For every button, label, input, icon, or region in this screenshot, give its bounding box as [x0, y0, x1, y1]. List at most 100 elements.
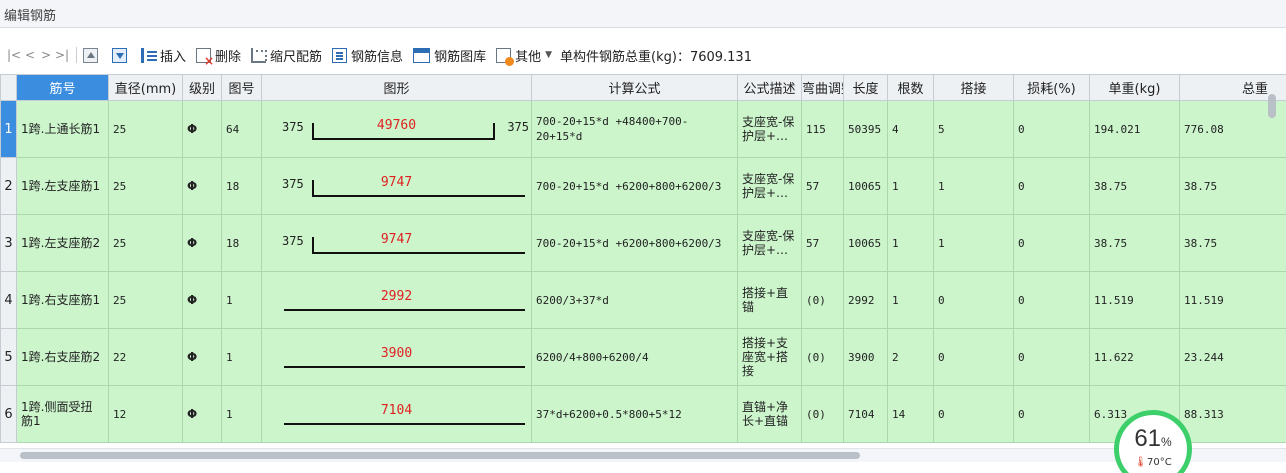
cell-count[interactable]: 1 [887, 271, 934, 329]
cell-unit-weight[interactable]: 38.75 [1089, 157, 1180, 215]
cell-desc[interactable]: 支座宽-保护层+… [737, 157, 802, 215]
cell-desc[interactable]: 支座宽-保护层+… [737, 214, 802, 272]
cell-bend[interactable]: (0) [801, 385, 844, 443]
cell-diameter[interactable]: 25 [108, 157, 183, 215]
cell-lap[interactable]: 0 [933, 385, 1014, 443]
cell-total-weight[interactable]: 88.313 [1179, 385, 1286, 443]
column-header[interactable]: 直径(mm) [108, 74, 183, 101]
cell-count[interactable]: 2 [887, 328, 934, 386]
cell-formula[interactable]: 700-20+15*d +6200+800+6200/3 [531, 214, 738, 272]
row-number[interactable]: 4 [0, 271, 17, 329]
cell-length[interactable]: 10065 [843, 157, 888, 215]
cell-total-weight[interactable]: 11.519 [1179, 271, 1286, 329]
cell-grade[interactable]: Φ [182, 157, 222, 215]
cell-bend[interactable]: 57 [801, 214, 844, 272]
cell-lap[interactable]: 1 [933, 214, 1014, 272]
cell-shape-no[interactable]: 1 [221, 271, 262, 329]
horizontal-scrollbar-thumb[interactable] [20, 452, 860, 459]
column-header[interactable]: 根数 [887, 74, 934, 101]
cell-formula[interactable]: 37*d+6200+0.5*800+5*12 [531, 385, 738, 443]
prev-record-button[interactable]: < [22, 48, 38, 62]
vertical-scrollbar-thumb[interactable] [1268, 94, 1276, 118]
row-number[interactable]: 1 [0, 100, 17, 158]
cell-name[interactable]: 1跨.左支座筋2 [16, 214, 109, 272]
column-header[interactable]: 图形 [261, 74, 532, 101]
table-row[interactable]: 4 1跨.右支座筋1 25 Φ 1 2992 6200/3+37*d 搭接+直锚 (0) 2992… [0, 271, 1286, 329]
column-header[interactable]: 单重(kg) [1089, 74, 1180, 101]
cell-lap[interactable]: 5 [933, 100, 1014, 158]
cell-desc[interactable]: 搭接+直锚 [737, 271, 802, 329]
cell-name[interactable]: 1跨.左支座筋1 [16, 157, 109, 215]
cell-unit-weight[interactable]: 194.021 [1089, 100, 1180, 158]
cell-loss[interactable]: 0 [1013, 214, 1090, 272]
cell-length[interactable]: 3900 [843, 328, 888, 386]
column-header[interactable]: 搭接 [933, 74, 1014, 101]
column-header[interactable]: 损耗(%) [1013, 74, 1090, 101]
cell-lap[interactable]: 0 [933, 328, 1014, 386]
cell-grade[interactable]: Φ [182, 214, 222, 272]
scale-rebar-button[interactable]: 缩尺配筋 [251, 46, 322, 65]
row-number[interactable]: 3 [0, 214, 17, 272]
cell-shape-no[interactable]: 1 [221, 328, 262, 386]
table-row[interactable]: 3 1跨.左支座筋2 25 Φ 18 375 9747 700-20+15*d +6200+8… [0, 214, 1286, 272]
cell-length[interactable]: 2992 [843, 271, 888, 329]
table-row[interactable]: 2 1跨.左支座筋1 25 Φ 18 375 9747 700-20+15*d +6200+8… [0, 157, 1286, 215]
cell-loss[interactable]: 0 [1013, 385, 1090, 443]
cell-length[interactable]: 10065 [843, 214, 888, 272]
cell-shape[interactable]: 375 49760 375 [261, 100, 532, 158]
cell-desc[interactable]: 直锚+净长+直锚 [737, 385, 802, 443]
cell-diameter[interactable]: 22 [108, 328, 183, 386]
next-record-button[interactable]: > [38, 48, 54, 62]
cell-name[interactable]: 1跨.上通长筋1 [16, 100, 109, 158]
column-header[interactable]: 弯曲调整 [801, 74, 844, 101]
cell-lap[interactable]: 0 [933, 271, 1014, 329]
cell-shape[interactable]: 3900 [261, 328, 532, 386]
cell-shape[interactable]: 375 9747 [261, 157, 532, 215]
cell-length[interactable]: 50395 [843, 100, 888, 158]
horizontal-scrollbar[interactable] [0, 448, 1286, 462]
cell-unit-weight[interactable]: 11.622 [1089, 328, 1180, 386]
cell-formula[interactable]: 6200/4+800+6200/4 [531, 328, 738, 386]
cell-unit-weight[interactable]: 38.75 [1089, 214, 1180, 272]
cell-name[interactable]: 1跨.右支座筋2 [16, 328, 109, 386]
column-header[interactable]: 筋号 [16, 74, 109, 101]
table-row[interactable]: 5 1跨.右支座筋2 22 Φ 1 3900 6200/4+800+6200/4 搭接+支座宽… [0, 328, 1286, 386]
rebar-info-button[interactable]: 钢筋信息 [332, 46, 403, 65]
cell-unit-weight[interactable]: 11.519 [1089, 271, 1180, 329]
row-number[interactable]: 2 [0, 157, 17, 215]
cell-count[interactable]: 1 [887, 214, 934, 272]
cell-bend[interactable]: (0) [801, 328, 844, 386]
cell-total-weight[interactable]: 38.75 [1179, 157, 1286, 215]
insert-button[interactable]: 插入 [141, 46, 186, 65]
cell-formula[interactable]: 700-20+15*d +48400+700-20+15*d [531, 100, 738, 158]
cell-shape-no[interactable]: 64 [221, 100, 262, 158]
cell-name[interactable]: 1跨.侧面受扭筋1 [16, 385, 109, 443]
cell-diameter[interactable]: 25 [108, 214, 183, 272]
cell-desc[interactable]: 支座宽-保护层+… [737, 100, 802, 158]
delete-button[interactable]: 删除 [196, 46, 241, 67]
cell-count[interactable]: 4 [887, 100, 934, 158]
column-header[interactable]: 公式描述 [737, 74, 802, 101]
column-header[interactable]: 长度 [843, 74, 888, 101]
cell-lap[interactable]: 1 [933, 157, 1014, 215]
cell-total-weight[interactable]: 38.75 [1179, 214, 1286, 272]
last-record-button[interactable]: >| [54, 48, 70, 62]
cell-loss[interactable]: 0 [1013, 328, 1090, 386]
cell-shape-no[interactable]: 18 [221, 157, 262, 215]
move-down-button[interactable] [112, 47, 131, 63]
cell-diameter[interactable]: 12 [108, 385, 183, 443]
first-record-button[interactable]: |< [6, 48, 22, 62]
cell-desc[interactable]: 搭接+支座宽+搭接 [737, 328, 802, 386]
cell-bend[interactable]: (0) [801, 271, 844, 329]
rebar-library-button[interactable]: 钢筋图库 [413, 46, 486, 65]
cell-count[interactable]: 14 [887, 385, 934, 443]
cell-grade[interactable]: Φ [182, 385, 222, 443]
cell-shape-no[interactable]: 18 [221, 214, 262, 272]
cell-formula[interactable]: 6200/3+37*d [531, 271, 738, 329]
column-header[interactable]: 级别 [182, 74, 222, 101]
cell-bend[interactable]: 57 [801, 157, 844, 215]
cell-diameter[interactable]: 25 [108, 100, 183, 158]
cell-shape[interactable]: 7104 [261, 385, 532, 443]
cell-count[interactable]: 1 [887, 157, 934, 215]
table-row[interactable]: 1 1跨.上通长筋1 25 Φ 64 375 49760 375 700-20+15*d +48… [0, 100, 1286, 158]
